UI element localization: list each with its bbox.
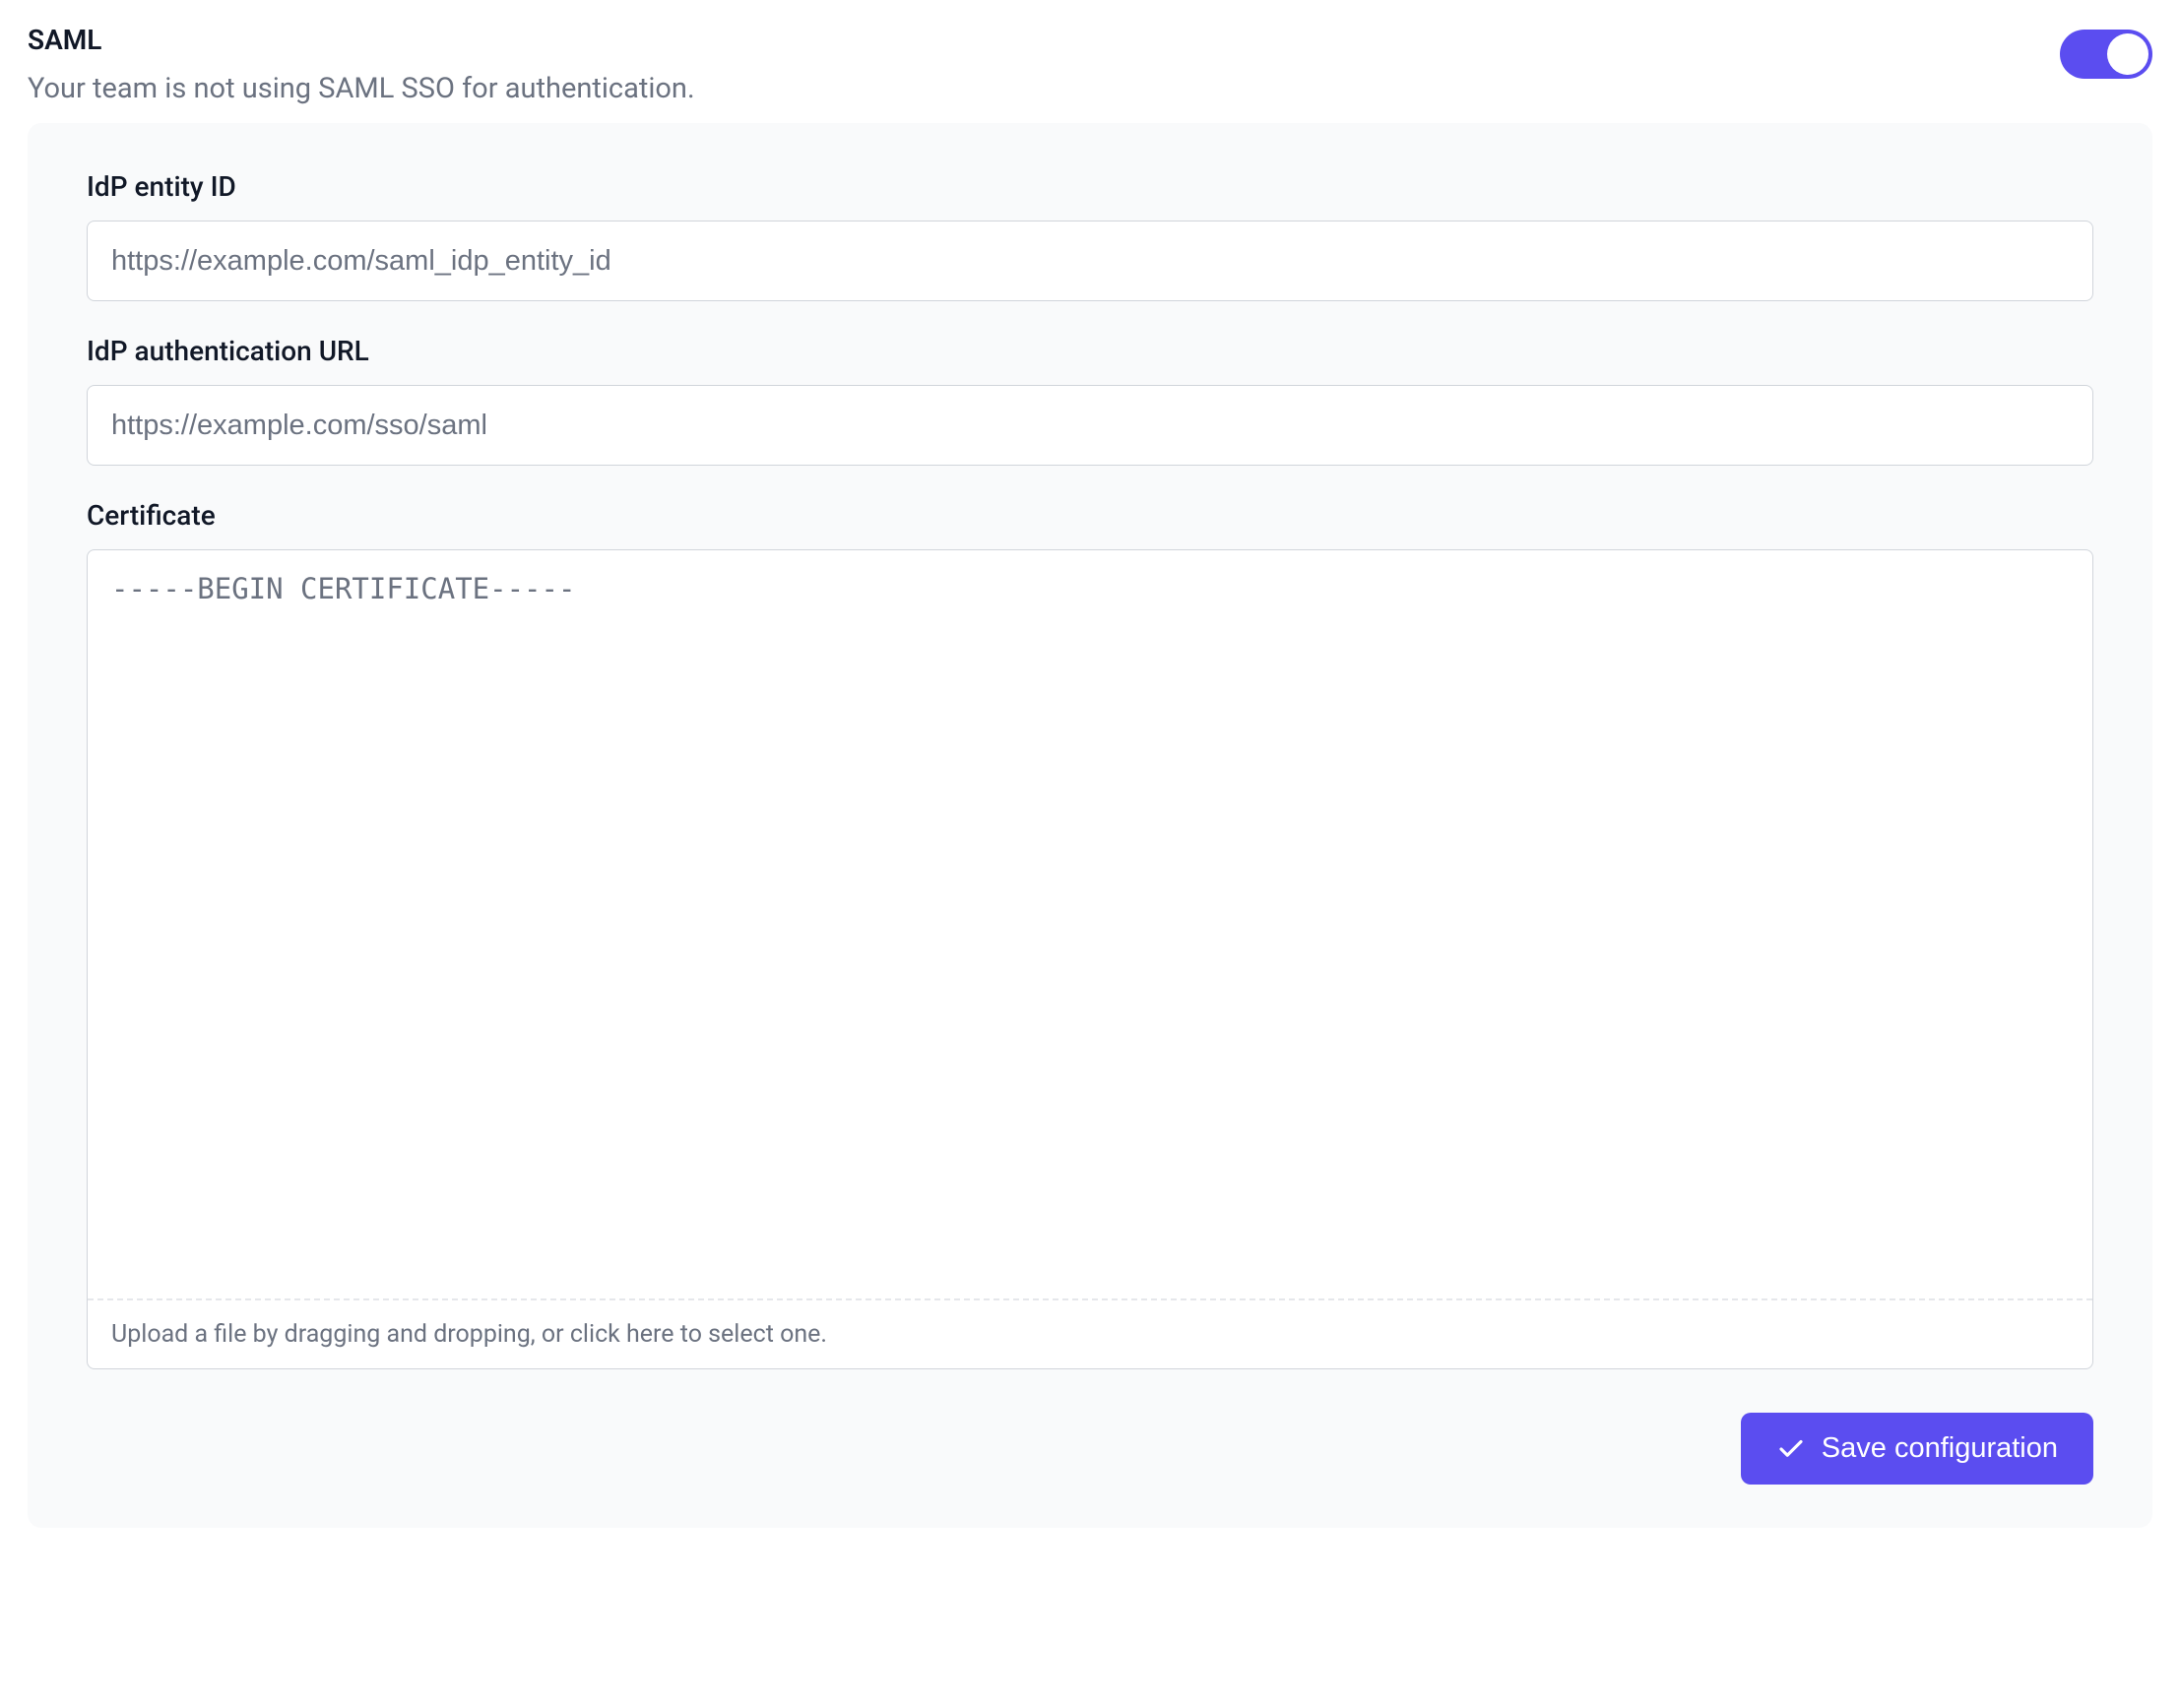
certificate-textarea[interactable]: [88, 550, 2092, 1298]
idp-auth-url-field: IdP authentication URL: [87, 335, 2093, 466]
certificate-field: Certificate Upload a file by dragging an…: [87, 499, 2093, 1369]
save-button-label: Save configuration: [1822, 1432, 2058, 1465]
certificate-upload-dropzone[interactable]: Upload a file by dragging and dropping, …: [88, 1298, 2092, 1368]
idp-auth-url-label: IdP authentication URL: [87, 335, 2093, 367]
saml-toggle[interactable]: [2060, 30, 2152, 79]
certificate-box: Upload a file by dragging and dropping, …: [87, 549, 2093, 1369]
button-row: Save configuration: [87, 1413, 2093, 1485]
idp-entity-input[interactable]: [87, 221, 2093, 301]
certificate-label: Certificate: [87, 499, 2093, 532]
idp-auth-url-input[interactable]: [87, 385, 2093, 466]
idp-entity-field: IdP entity ID: [87, 170, 2093, 301]
saml-header: SAML Your team is not using SAML SSO for…: [28, 24, 2152, 105]
check-icon: [1776, 1434, 1806, 1464]
header-text-block: SAML Your team is not using SAML SSO for…: [28, 24, 695, 105]
toggle-knob: [2107, 33, 2148, 75]
save-configuration-button[interactable]: Save configuration: [1741, 1413, 2093, 1485]
idp-entity-label: IdP entity ID: [87, 170, 2093, 203]
saml-config-panel: IdP entity ID IdP authentication URL Cer…: [28, 123, 2152, 1528]
section-subtitle: Your team is not using SAML SSO for auth…: [28, 72, 695, 105]
section-title: SAML: [28, 24, 695, 56]
